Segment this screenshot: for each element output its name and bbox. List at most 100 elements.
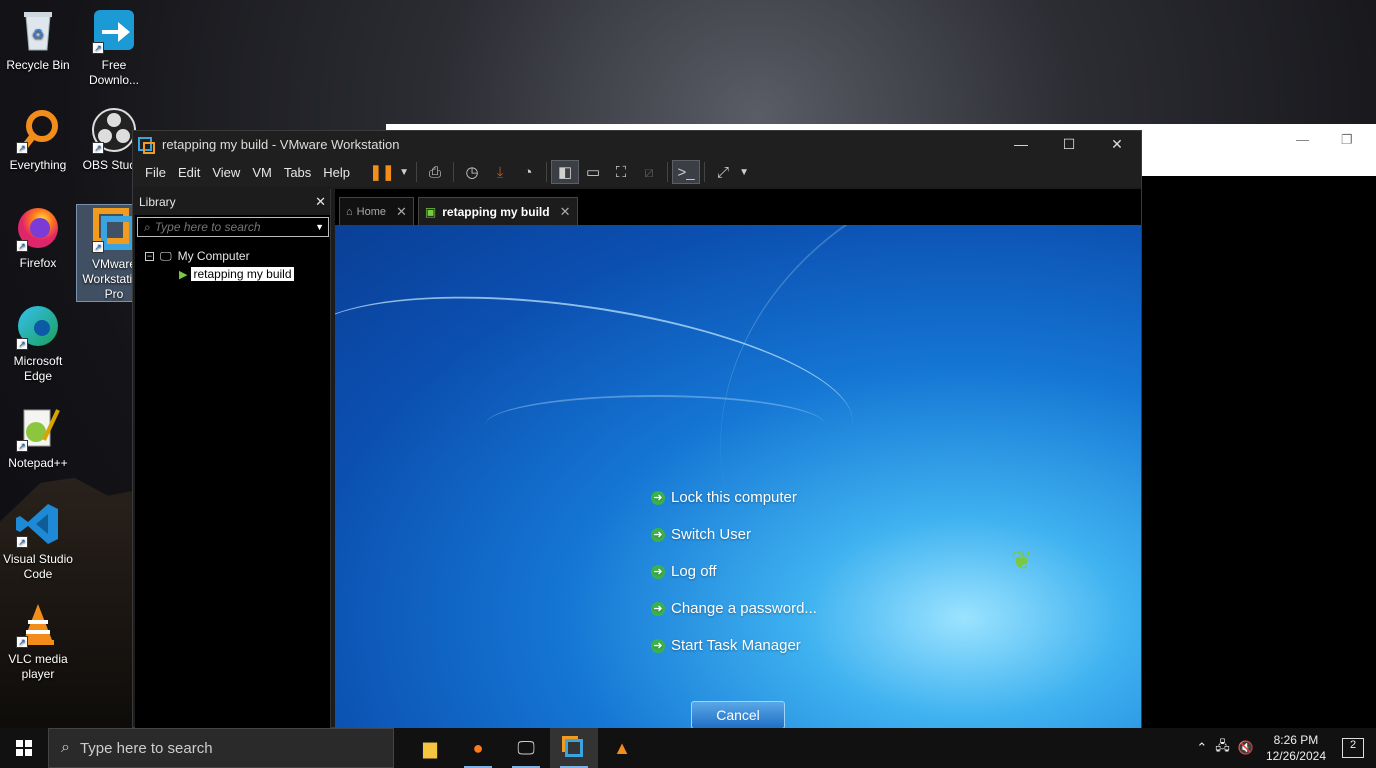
ctrl-alt-del-options: ➜ Lock this computer ➜ Switch User ➜ Log… (651, 479, 817, 664)
menu-vm[interactable]: VM (246, 165, 278, 180)
shortcut-arrow-icon: ↗ (16, 636, 28, 648)
close-library-icon[interactable]: ✕ (315, 194, 326, 210)
option-lock[interactable]: ➜ Lock this computer (651, 479, 817, 516)
search-icon: ⌕ (61, 739, 70, 756)
taskbar-remote-desktop[interactable]: 🖵 (502, 728, 550, 768)
desktop-icon-vlc[interactable]: ↗ VLC media player (0, 600, 76, 682)
volume-muted-icon[interactable]: 🔇 (1238, 740, 1254, 756)
library-header: Library ✕ (135, 189, 330, 215)
vmware-window: retapping my build - VMware Workstation … (132, 130, 1142, 729)
send-ctrl-alt-del-icon[interactable]: ⎙ (421, 160, 449, 184)
download-icon: ↗ (90, 6, 138, 54)
option-label: Change a password... (671, 600, 817, 617)
collapse-icon[interactable]: − (145, 251, 154, 261)
option-label: Switch User (671, 526, 752, 543)
taskbar-firefox[interactable]: ● (454, 728, 502, 768)
taskbar: ⌕ Type here to search ▆ ● 🖵 ▲ ⌃ 🖧 🔇 8:26… (0, 728, 1376, 768)
vmware-app-icon (138, 137, 155, 154)
pause-icon[interactable]: ❚❚ (368, 160, 396, 184)
clock-date: 12/26/2024 (1265, 749, 1326, 763)
taskbar-file-explorer[interactable]: ▆ (406, 728, 454, 768)
vm-content-area: ⌂ Home ✕ ▣ retapping my build ✕ ❦ ➜ Lock… (335, 189, 1141, 729)
taskbar-vmware[interactable] (550, 728, 598, 768)
guest-screen[interactable]: ❦ ➜ Lock this computer ➜ Switch User ➜ L… (335, 225, 1141, 729)
chevron-down-icon[interactable]: ▼ (315, 222, 324, 232)
vm-icon: ▣ (424, 204, 437, 219)
menu-help[interactable]: Help (317, 165, 356, 180)
magnifier-icon: ↗ (14, 106, 62, 154)
network-icon[interactable]: 🖧 (1215, 737, 1230, 759)
option-log-off[interactable]: ➜ Log off (651, 553, 817, 590)
taskbar-vlc[interactable]: ▲ (598, 728, 646, 768)
toolbar-separator (453, 162, 455, 182)
obs-icon: ↗ (90, 106, 138, 154)
option-label: Start Task Manager (671, 637, 801, 654)
option-change-password[interactable]: ➜ Change a password... (651, 590, 817, 627)
cancel-button[interactable]: Cancel (691, 701, 785, 729)
maximize-button[interactable]: ☐ (1045, 136, 1093, 153)
menu-view[interactable]: View (206, 165, 246, 180)
unity-icon[interactable]: ⧄ (635, 160, 663, 184)
desktop-icon-recycle-bin[interactable]: ♻ Recycle Bin (0, 6, 76, 73)
menu-file[interactable]: File (139, 165, 172, 180)
revert-snapshot-icon[interactable]: ⤓ (486, 160, 514, 184)
full-screen-icon[interactable]: ⛶ (607, 160, 635, 184)
minimize-icon[interactable]: — (1296, 132, 1309, 147)
snapshot-manager-icon[interactable]: ◔ (514, 160, 542, 184)
arrow-right-icon: ➜ (651, 638, 665, 653)
vm-icon: ▶ (179, 268, 188, 281)
option-switch-user[interactable]: ➜ Switch User (651, 516, 817, 553)
snapshot-icon[interactable]: ◷ (458, 160, 486, 184)
desktop-icon-everything[interactable]: ↗ Everything (0, 106, 76, 173)
library-search[interactable]: ⌕ ▼ (137, 217, 329, 237)
tree-item-my-computer[interactable]: − 🖵 My Computer (145, 247, 330, 265)
close-button[interactable]: ✕ (1093, 136, 1141, 153)
desktop-icon-free-download-manager[interactable]: ↗ Free Downlo... (76, 6, 152, 88)
option-task-manager[interactable]: ➜ Start Task Manager (651, 627, 817, 664)
desktop-icon-notepad-plus-plus[interactable]: ↗ Notepad++ (0, 404, 76, 471)
desktop-icon-edge[interactable]: ↗ Microsoft Edge (0, 302, 76, 384)
menu-edit[interactable]: Edit (172, 165, 206, 180)
shortcut-arrow-icon: ↗ (16, 240, 28, 252)
desktop-icon-label: Firefox (19, 256, 57, 270)
minimize-button[interactable]: — (997, 136, 1045, 152)
chevron-down-icon[interactable]: ▼ (737, 160, 751, 184)
arrow-right-icon: ➜ (651, 490, 665, 505)
taskbar-search[interactable]: ⌕ Type here to search (48, 728, 394, 768)
tree-item-vm[interactable]: ▶ retapping my build (145, 265, 330, 283)
tab-vm[interactable]: ▣ retapping my build ✕ (417, 197, 578, 225)
desktop-icon-vscode[interactable]: ↗ Visual Studio Code (0, 500, 76, 582)
clock[interactable]: 8:26 PM 12/26/2024 (1266, 732, 1326, 764)
shortcut-arrow-icon: ↗ (92, 142, 104, 154)
desktop-icon-label: Recycle Bin (6, 58, 70, 72)
tab-home[interactable]: ⌂ Home ✕ (339, 197, 414, 225)
console-view-icon[interactable]: >_ (672, 160, 701, 184)
tree-item-label: My Computer (177, 249, 250, 263)
tab-label: retapping my build (442, 204, 550, 219)
library-search-input[interactable] (150, 220, 316, 234)
tab-label: Home (356, 205, 386, 218)
shortcut-arrow-icon: ↗ (16, 338, 28, 350)
vscode-icon: ↗ (14, 500, 62, 548)
desktop-icon-firefox[interactable]: ↗ Firefox (0, 204, 76, 271)
close-tab-icon[interactable]: ✕ (396, 204, 407, 220)
firefox-icon: ↗ (14, 204, 62, 252)
menu-tabs[interactable]: Tabs (278, 165, 317, 180)
vlc-icon: ↗ (14, 600, 62, 648)
stretch-guest-icon[interactable]: ⤢ (709, 160, 737, 184)
restore-icon[interactable]: ❐ (1341, 132, 1353, 148)
chevron-up-icon[interactable]: ⌃ (1196, 740, 1207, 756)
arrow-right-icon: ➜ (651, 527, 665, 542)
close-tab-icon[interactable]: ✕ (560, 204, 571, 220)
search-icon: ⌕ (144, 219, 151, 234)
thumbnail-bar-icon[interactable]: ▭ (579, 160, 607, 184)
edge-icon: ↗ (14, 302, 62, 350)
library-panel: Library ✕ ⌕ ▼ − 🖵 My Computer ▶ retappin… (135, 189, 331, 729)
chevron-down-icon[interactable]: ▼ (396, 160, 412, 184)
windows-leaf-logo: ❦ (1011, 545, 1033, 575)
start-button[interactable] (0, 728, 48, 768)
shortcut-arrow-icon: ↗ (16, 536, 28, 548)
tab-bar: ⌂ Home ✕ ▣ retapping my build ✕ (335, 189, 1141, 225)
show-library-icon[interactable]: ◧ (551, 160, 580, 184)
notification-center-icon[interactable]: 2 (1342, 738, 1364, 758)
